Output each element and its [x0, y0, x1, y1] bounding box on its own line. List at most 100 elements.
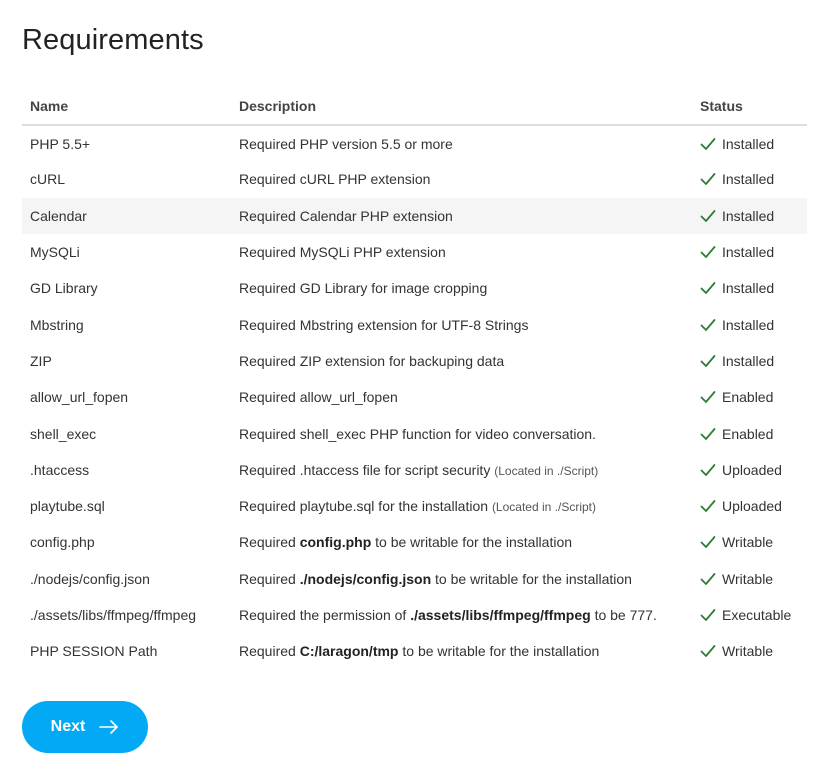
description-text: Required cURL PHP extension [239, 171, 431, 188]
requirement-name: playtube.sql [30, 498, 105, 515]
status-label: Installed [722, 135, 775, 152]
table-header-row: Name Description Status [22, 88, 807, 126]
description-text: to be 777. [590, 607, 657, 623]
requirement-status: Installed [692, 197, 807, 234]
requirement-name: ZIP [30, 352, 52, 369]
status-label: Executable [722, 607, 792, 623]
check-icon [700, 173, 716, 186]
requirement-name: PHP SESSION Path [30, 643, 158, 660]
requirement-name: .htaccess [30, 461, 90, 478]
description-text: Required PHP version 5.5 or more [239, 135, 453, 152]
check-icon [700, 391, 716, 404]
table-row: shell_exec Required shell_exec PHP functi… [22, 415, 807, 451]
check-icon [700, 282, 716, 295]
table-row: PHP 5.5+ Required PHP version 5.5 or more… [22, 125, 807, 161]
requirement-name: Calendar [22, 197, 231, 234]
check-icon [700, 355, 716, 367]
requirement-description: Required Mbstring extension for UTF-8 St… [231, 306, 692, 342]
next-button-label: Next [50, 718, 86, 735]
status-label: Uploaded [722, 461, 782, 478]
description-text: Required [239, 534, 300, 551]
check-icon [700, 246, 716, 258]
requirement-name: GD Library [30, 280, 98, 297]
table-row: PHP SESSION Path Required C:/laragon/tmp … [22, 633, 807, 669]
requirement-description: Required PHP version 5.5 or more [231, 125, 692, 161]
requirement-description: Required MySQLi PHP extension [231, 234, 692, 270]
requirement-status: Installed [692, 306, 807, 342]
column-header-status: Status [692, 88, 807, 126]
description-text: Required the permission of [239, 607, 411, 623]
status-label: Installed [722, 352, 775, 369]
requirement-name: shell_exec [30, 425, 97, 442]
requirements-table: Name Description Status PHP 5.5+ Required… [22, 88, 807, 669]
description-text: Required Calendar PHP extension [239, 207, 453, 224]
requirement-description: Required allow_url_fopen [231, 379, 692, 415]
description-text: Required MySQLi PHP extension [239, 244, 446, 261]
table-row: allow_url_fopen Required allow_url_fopen E… [22, 379, 807, 415]
requirement-name: config.php [30, 534, 95, 551]
description-text: to be writable for the installation [398, 643, 600, 660]
check-icon [700, 137, 716, 150]
arrow-right-icon [99, 720, 119, 734]
requirement-description: Required playtube.sql for the installati… [231, 488, 692, 524]
check-icon [700, 318, 716, 331]
requirement-description: Required config.php to be writable for t… [231, 524, 692, 560]
requirement-status: Uploaded [692, 488, 807, 524]
table-row: .htaccess Required .htaccess file for scr… [22, 452, 807, 488]
check-icon [700, 463, 716, 476]
status-label: Writable [722, 643, 774, 660]
description-text: Required [239, 570, 300, 587]
requirement-description: Required .htaccess file for script secur… [231, 452, 692, 488]
table-row: ZIP Required ZIP extension for backuping … [22, 343, 807, 379]
table-row: playtube.sql Required playtube.sql for th… [22, 488, 807, 524]
description-text: to be writable for the installation [431, 570, 632, 587]
requirement-status: Writable [692, 561, 807, 597]
path-emphasis: ./assets/libs/ffmpeg/ffmpeg [410, 607, 591, 623]
status-label: Installed [722, 280, 775, 297]
status-label: Installed [722, 316, 775, 333]
table-row: ./nodejs/config.json Required ./nodejs/co… [22, 561, 807, 597]
requirement-name: allow_url_fopen [30, 389, 129, 406]
requirement-status: Installed [692, 125, 807, 161]
table-row: MySQLi Required MySQLi PHP extension Insta… [22, 234, 807, 270]
table-row: cURL Required cURL PHP extension Installed [22, 161, 807, 197]
status-label: Enabled [722, 425, 774, 442]
requirement-status: Installed [692, 234, 807, 270]
check-icon [700, 645, 716, 658]
location-note: (Located in ./Script) [494, 463, 599, 478]
table-row: ./assets/libs/ffmpeg/ffmpeg Required the … [22, 597, 807, 633]
path-emphasis: C:/laragon/tmp [299, 643, 399, 660]
requirement-status: Writable [692, 524, 807, 560]
table-row: GD Library Required GD Library for image … [22, 270, 807, 306]
requirement-status: Installed [692, 270, 807, 306]
description-text: Required GD Library for image cropping [239, 280, 488, 297]
table-row: config.php Required config.php to be writ… [22, 524, 807, 560]
next-button[interactable]: Next [22, 701, 148, 753]
description-text: Required Mbstring extension for UTF-8 St… [239, 316, 529, 333]
check-icon [700, 427, 716, 440]
requirement-description: Required GD Library for image cropping [231, 270, 692, 306]
requirement-status: Uploaded [692, 452, 807, 488]
requirement-description: Required cURL PHP extension [231, 161, 692, 197]
requirement-status: Executable [692, 597, 807, 633]
table-row: Calendar Required Calendar PHP extension I… [22, 197, 807, 234]
check-icon [700, 500, 716, 513]
location-note: (Located in ./Script) [491, 500, 596, 515]
description-text: Required shell_exec PHP function for vid… [239, 425, 596, 442]
description-text: Required playtube.sql for the installati… [239, 498, 492, 515]
requirement-name: ./assets/libs/ffmpeg/ffmpeg [30, 607, 197, 623]
page-title: Requirements [22, 24, 204, 56]
requirement-name: ./nodejs/config.json [30, 570, 150, 587]
description-text: to be writable for the installation [371, 534, 573, 551]
requirement-name: MySQLi [30, 244, 80, 261]
description-text: Required .htaccess file for script secur… [239, 461, 495, 478]
column-header-name: Name [22, 88, 231, 126]
check-icon [700, 209, 716, 222]
requirement-name: cURL [30, 171, 66, 188]
requirement-description: Required shell_exec PHP function for vid… [231, 415, 692, 451]
status-label: Installed [722, 244, 775, 261]
requirement-description: Required Calendar PHP extension [231, 197, 692, 234]
column-header-description: Description [231, 88, 692, 126]
status-label: Uploaded [722, 498, 782, 515]
requirement-status: Enabled [692, 379, 807, 415]
